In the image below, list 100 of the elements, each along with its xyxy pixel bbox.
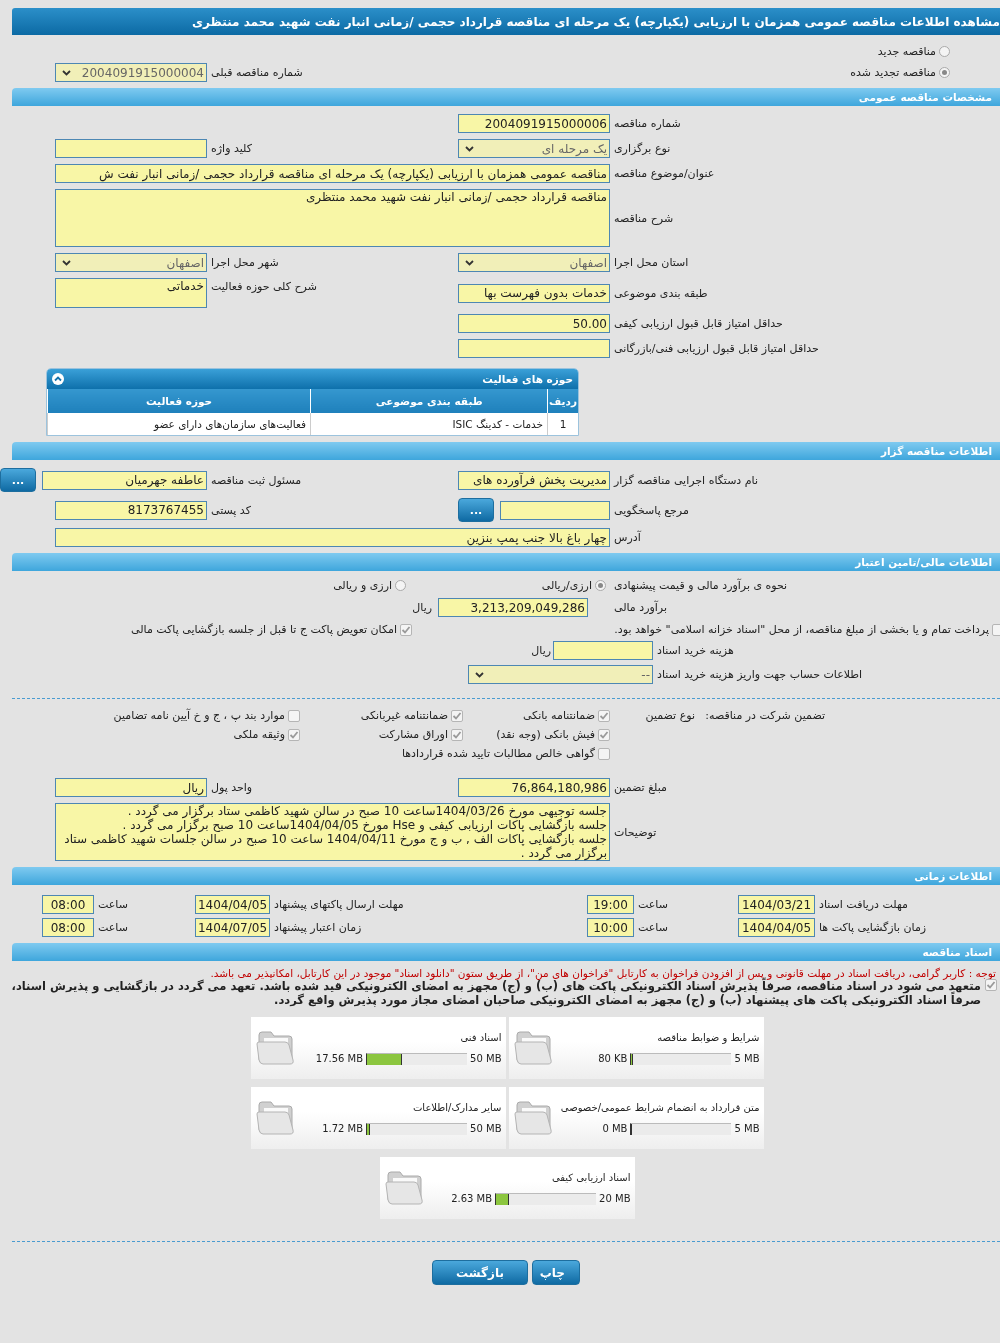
radio-button[interactable] xyxy=(395,580,406,591)
section-header: اطلاعات زمانی xyxy=(12,867,1000,885)
text-field[interactable]: 19:00 xyxy=(587,895,634,914)
collapse-icon[interactable] xyxy=(52,373,64,385)
checkbox-label: پرداخت تمام و یا بخشی از مبلغ مناقصه، از محل "اسناد خزانه اسلامی" خواهد بود. xyxy=(614,623,989,636)
column-header: طبقه بندی موضوعی xyxy=(310,389,548,413)
field-label: حداقل امتیاز قابل قبول ارزیابی فنی/بازرگانی xyxy=(613,342,819,355)
checkbox-label: اوراق مشارکت xyxy=(378,728,448,741)
text-area[interactable]: جلسه توجیهی مورخ 1404/03/26ساعت 10 صبح در سالن شهید کاظمی ستاد برگزار می گردد . جلسه بازگشایی پاکات ارزیابی کیفی و Hse مورخ 1404/04/05ساعت 10 صبح برگزار می گردد . جلسه بازگشایی پاکات الف , ب و ج مورخ 1404/04/11 ساعت 10 صبح در سالن جلسات شهید کاظمی ستاد برگزار می گردد . xyxy=(55,803,610,861)
checkbox-label: فیش بانکی (وجه نقد) xyxy=(496,728,595,741)
window-title: مشاهده اطلاعات مناقصه عمومی همزمان با ارزیابی (یکپارچه) یک مرحله ای مناقصه قرارداد حجمی /زمانی انبار نفت شهید محمد منتظری xyxy=(12,8,1000,35)
used-size: 17.56 MB xyxy=(315,1053,364,1064)
checkbox[interactable] xyxy=(451,709,463,722)
used-size: 0 MB xyxy=(602,1123,628,1134)
text-field[interactable]: 3,213,209,049,286 xyxy=(438,598,588,617)
field-label: مهلت ارسال پاکتهای پیشنهاد xyxy=(273,898,404,911)
field-label: مبلغ تضمین xyxy=(613,781,667,794)
text-area[interactable]: خدماتی xyxy=(55,278,207,308)
size-limit: 5 MB xyxy=(734,1053,760,1064)
field-label: عنوان/موضوع مناقصه xyxy=(613,167,715,180)
checkbox[interactable] xyxy=(598,709,610,722)
checkbox[interactable] xyxy=(400,623,412,636)
field-label: مسئول ثبت مناقصه xyxy=(210,473,302,487)
size-limit: 20 MB xyxy=(599,1193,631,1204)
field-label: تضمین شرکت در مناقصه: xyxy=(705,709,825,722)
text-field[interactable]: ریال xyxy=(55,778,207,797)
more-button[interactable]: ... xyxy=(0,468,36,492)
field-label: نوع تضمین xyxy=(645,709,695,722)
table-cell: 1 xyxy=(547,413,578,435)
text-field[interactable]: 8173767455 xyxy=(55,500,207,520)
text-field[interactable]: خدمات بدون فهرست بها xyxy=(458,283,610,303)
text-field[interactable] xyxy=(55,139,207,158)
file-name: متن قرارداد به انضمام شرایط عمومی/خصوصی xyxy=(559,1101,760,1113)
column-header: حوزه فعالیت xyxy=(47,389,311,413)
dropdown[interactable]: اصفهان xyxy=(458,253,610,272)
checkbox-label: گواهی خالص مطالبات تایید شده قراردادها xyxy=(401,747,595,760)
text-field[interactable] xyxy=(553,641,653,660)
field-label: ساعت xyxy=(637,898,668,911)
field-label: هزینه خرید اسناد xyxy=(656,644,734,657)
file-name: اسناد فنی xyxy=(459,1031,502,1043)
section-header: مشخصات مناقصه عمومی xyxy=(12,88,1000,106)
size-limit: 50 MB xyxy=(470,1053,502,1064)
checkbox-label: ضمانتنامه بانکی xyxy=(522,709,595,722)
dropdown[interactable]: -- xyxy=(468,665,653,684)
text-field[interactable]: 1404/03/21 xyxy=(738,895,815,914)
column-header: ردیف xyxy=(547,389,578,413)
caret-icon xyxy=(475,671,484,678)
dropdown[interactable]: اصفهان xyxy=(55,253,207,272)
checkbox-label: موارد بند پ ، ج و خ آیین نامه تضامین xyxy=(113,709,285,722)
text-area[interactable]: مناقصه قرارداد حجمی /زمانی انبار نفت شهید محمد منتظری xyxy=(55,189,610,247)
text-field[interactable] xyxy=(500,500,610,520)
text-field[interactable]: 1404/07/05 xyxy=(195,918,270,937)
text-field[interactable]: 2004091915000006 xyxy=(458,114,610,133)
print-button[interactable]: چاپ xyxy=(532,1260,580,1285)
back-button[interactable]: بازگشت xyxy=(432,1260,528,1285)
field-label: توضیحات xyxy=(613,825,657,839)
checkbox[interactable] xyxy=(451,728,463,741)
table-cell: فعالیت‌های سازمان‌های دارای عضو xyxy=(47,413,311,435)
file-name: شرایط و ضوابط مناقصه xyxy=(656,1031,760,1043)
checkbox[interactable] xyxy=(288,728,300,741)
text-field[interactable]: 10:00 xyxy=(587,918,634,937)
field-label: طبقه بندی موضوعی xyxy=(613,286,708,300)
text-field[interactable]: 76,864,180,986 xyxy=(458,778,610,797)
checkbox[interactable] xyxy=(985,979,997,991)
more-button[interactable]: ... xyxy=(458,498,494,522)
field-label: زمان اعتبار پیشنهاد xyxy=(273,921,362,934)
text-field[interactable]: 08:00 xyxy=(42,918,94,937)
radio-label: ارزی/ریالی xyxy=(541,579,592,592)
section-header: اسناد مناقصه xyxy=(12,943,1000,961)
text-field[interactable]: چهار باغ بالا جنب پمپ بنزین xyxy=(55,528,610,547)
checkbox[interactable] xyxy=(992,623,1000,636)
checkbox-label: ضمانتنامه غیربانکی xyxy=(360,709,448,722)
dropdown[interactable]: یک مرحله ای xyxy=(458,139,610,158)
radio-button[interactable] xyxy=(939,67,950,78)
text-field[interactable]: مدیریت پخش فرآورده های xyxy=(458,470,610,490)
text-field[interactable]: مناقصه عمومی همزمان با ارزیابی (یکپارچه) یک مرحله ای مناقصه قرارداد حجمی /زمانی انبار نفت ش xyxy=(55,164,610,183)
radio-button[interactable] xyxy=(595,580,606,591)
used-size: 1.72 MB xyxy=(322,1123,364,1134)
field-label: شهر محل اجرا xyxy=(210,256,279,269)
field-label: شماره مناقصه قبلی xyxy=(210,66,303,79)
text-field[interactable]: 1404/04/05 xyxy=(195,895,270,914)
radio-button[interactable] xyxy=(939,46,950,57)
field-label: مهلت دریافت اسناد xyxy=(818,898,908,911)
checkbox[interactable] xyxy=(598,747,610,760)
checkbox[interactable] xyxy=(288,709,300,722)
text-field[interactable] xyxy=(458,339,610,358)
checkbox[interactable] xyxy=(598,728,610,741)
caret-icon xyxy=(62,259,71,266)
dropdown[interactable]: 2004091915000004 xyxy=(55,63,207,82)
field-label: استان محل اجرا xyxy=(613,256,689,269)
panel-title: حوزه های فعالیت xyxy=(482,373,573,385)
field-label: شماره مناقصه xyxy=(613,117,681,130)
text-field[interactable]: عاطفه جهرمیان xyxy=(42,470,207,490)
field-label: ساعت xyxy=(97,921,128,934)
size-limit: 50 MB xyxy=(470,1123,502,1134)
text-field[interactable]: 50.00 xyxy=(458,314,610,333)
caret-icon xyxy=(465,259,474,266)
text-field[interactable]: 08:00 xyxy=(42,895,94,914)
text-field[interactable]: 1404/04/05 xyxy=(738,918,815,937)
field-label: شرح کلی حوزه فعالیت xyxy=(210,280,317,293)
